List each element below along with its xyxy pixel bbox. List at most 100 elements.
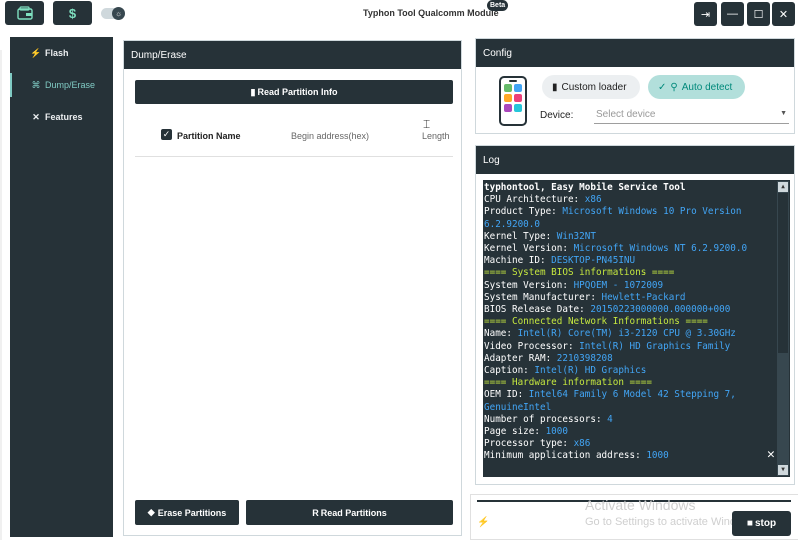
file-icon: ▮ xyxy=(552,81,558,93)
log-key: Caption: xyxy=(484,365,535,377)
dump-icon: ⌘ xyxy=(31,79,41,90)
log-line: typhontool, Easy Mobile Service Tool xyxy=(484,182,778,194)
scroll-thumb[interactable] xyxy=(778,193,788,353)
log-value: DESKTOP-PN45INU xyxy=(551,255,636,267)
mouse-cursor-icon: ⌶ xyxy=(423,117,431,131)
log-line: System Version: HPQOEM - 1072009 xyxy=(484,280,778,292)
sidebar-item-dump-erase[interactable]: ⌘ Dump/Erase xyxy=(10,73,113,97)
config-panel: Config ▮ Custom loader ✓ ⚲ Auto detect D… xyxy=(475,38,795,134)
log-value: 1000 xyxy=(646,450,669,462)
clear-log-icon[interactable]: ✕ xyxy=(767,448,775,461)
minimize-button[interactable]: — xyxy=(721,2,744,26)
log-panel-header: Log xyxy=(476,146,794,174)
log-key: System Manufacturer: xyxy=(484,291,602,303)
window-edge xyxy=(0,50,2,540)
minimize-icon: — xyxy=(727,8,738,20)
partition-icon: ▮ xyxy=(250,86,256,97)
stop-button[interactable]: ■ stop xyxy=(732,511,791,536)
panel-title: Log xyxy=(483,154,500,166)
status-area: ⚡ Activate Windows Go to Settings to act… xyxy=(470,494,798,540)
app-title: Typhon Tool Qualcomm Module xyxy=(363,8,499,18)
select-all-checkbox[interactable]: ✓ xyxy=(161,129,172,140)
button-label: Read Partitions xyxy=(320,507,387,518)
wallet-button[interactable] xyxy=(5,1,44,25)
lightning-icon: ⚡ xyxy=(30,47,42,58)
log-line: Kernel Version: Microsoft Windows NT 6.2… xyxy=(484,243,778,255)
sidebar-item-flash[interactable]: ⚡ Flash xyxy=(10,41,113,65)
device-select[interactable]: Select device ▼ xyxy=(594,106,789,124)
sidebar: ⚡ Flash ⌘ Dump/Erase ✕ Features xyxy=(10,37,113,537)
close-button[interactable]: ✕ xyxy=(772,2,795,26)
sidebar-item-label: Dump/Erase xyxy=(45,80,96,90)
dollar-icon: $ xyxy=(68,5,77,21)
column-length[interactable]: Length xyxy=(422,131,450,141)
log-line: Number of processors: 4 xyxy=(484,414,778,426)
log-line: Minimum application address: 1000 xyxy=(484,450,778,462)
log-panel: Log typhontool, Easy Mobile Service Tool… xyxy=(475,145,795,485)
log-value: 20150223000000.000000+000 xyxy=(590,304,731,316)
usb-icon: ⚲ xyxy=(670,81,678,93)
sun-icon: ☼ xyxy=(112,7,125,20)
log-output[interactable]: typhontool, Easy Mobile Service Tool CPU … xyxy=(483,180,790,477)
log-key: typhontool, Easy Mobile Service Tool xyxy=(484,182,686,193)
custom-loader-button[interactable]: ▮ Custom loader xyxy=(542,75,640,99)
activate-windows-title: Activate Windows xyxy=(585,497,696,513)
log-section-header: ==== Connected Network Informations ==== xyxy=(484,316,708,328)
log-value: 4 xyxy=(607,413,613,425)
log-line: Page size: 1000 xyxy=(484,426,778,438)
button-label: Read Partition Info xyxy=(257,87,338,97)
panel-title: Config xyxy=(483,47,512,59)
log-scrollbar[interactable]: ▲ ▼ xyxy=(777,181,789,476)
donate-button[interactable]: $ xyxy=(53,1,92,25)
log-line: System Manufacturer: Hewlett-Packard xyxy=(484,292,778,304)
log-key: Processor type: xyxy=(484,438,574,450)
device-placeholder: Select device xyxy=(596,109,656,120)
log-line: Kernel Type: Win32NT xyxy=(484,231,778,243)
stop-icon: ■ xyxy=(746,518,753,529)
log-key: Machine ID: xyxy=(484,255,552,267)
log-line: OEM ID: Intel64 Family 6 Model 42 Steppi… xyxy=(484,389,778,413)
partition-table-header: ✓ Partition Name Begin address(hex) Leng… xyxy=(135,121,453,157)
scroll-up-icon[interactable]: ▲ xyxy=(778,182,788,192)
column-begin-address[interactable]: Begin address(hex) xyxy=(291,131,369,141)
phone-icon xyxy=(499,76,527,126)
log-key: System Version: xyxy=(484,279,574,291)
sidebar-item-features[interactable]: ✕ Features xyxy=(10,105,113,129)
theme-toggle[interactable]: ☼ xyxy=(101,7,125,20)
log-value: Intel(R) HD Graphics xyxy=(534,365,647,377)
log-key: Kernel Version: xyxy=(484,243,574,255)
read-partitions-button[interactable]: R Read Partitions xyxy=(246,500,453,525)
log-key: Video Processor: xyxy=(484,340,580,352)
read-icon: R xyxy=(312,507,319,518)
log-key: OEM ID: xyxy=(484,389,529,401)
log-value: Microsoft Windows NT 6.2.9200.0 xyxy=(573,243,748,255)
button-label: Custom loader xyxy=(561,81,627,93)
log-line: CPU Architecture: x86 xyxy=(484,194,778,206)
check-icon: ✓ xyxy=(658,81,667,93)
log-line: BIOS Release Date: 20150223000000.000000… xyxy=(484,304,778,316)
auto-detect-button[interactable]: ✓ ⚲ Auto detect xyxy=(648,75,745,99)
log-value: 1000 xyxy=(545,426,568,438)
log-line: Machine ID: DESKTOP-PN45INU xyxy=(484,255,778,267)
logout-button[interactable]: ⇥ xyxy=(694,2,717,26)
config-panel-header: Config xyxy=(476,39,794,67)
wallet-icon xyxy=(16,6,33,20)
log-value: Hewlett-Packard xyxy=(601,291,686,303)
read-partition-info-button[interactable]: ▮ Read Partition Info xyxy=(135,80,453,104)
log-value: Intel(R) HD Graphics Family xyxy=(579,340,731,352)
log-key: Adapter RAM: xyxy=(484,352,557,364)
maximize-button[interactable]: ☐ xyxy=(747,2,770,26)
log-line: Processor type: x86 xyxy=(484,438,778,450)
log-section-header: ==== System BIOS informations ==== xyxy=(484,267,675,279)
log-value: HPQOEM - 1072009 xyxy=(573,279,664,291)
log-value: Intel(R) Core(TM) i3-2120 CPU @ 3.30GHz xyxy=(517,328,736,340)
scroll-down-icon[interactable]: ▼ xyxy=(778,465,788,475)
log-value: Win32NT xyxy=(556,230,596,242)
log-line: Adapter RAM: 2210398208 xyxy=(484,353,778,365)
erase-partitions-button[interactable]: ◆ Erase Partitions xyxy=(135,500,239,525)
column-partition-name[interactable]: Partition Name xyxy=(177,131,241,141)
log-key: CPU Architecture: xyxy=(484,194,585,206)
beta-badge: Beta xyxy=(487,0,509,11)
sidebar-item-label: Features xyxy=(45,112,83,122)
log-key: Name: xyxy=(484,328,518,340)
